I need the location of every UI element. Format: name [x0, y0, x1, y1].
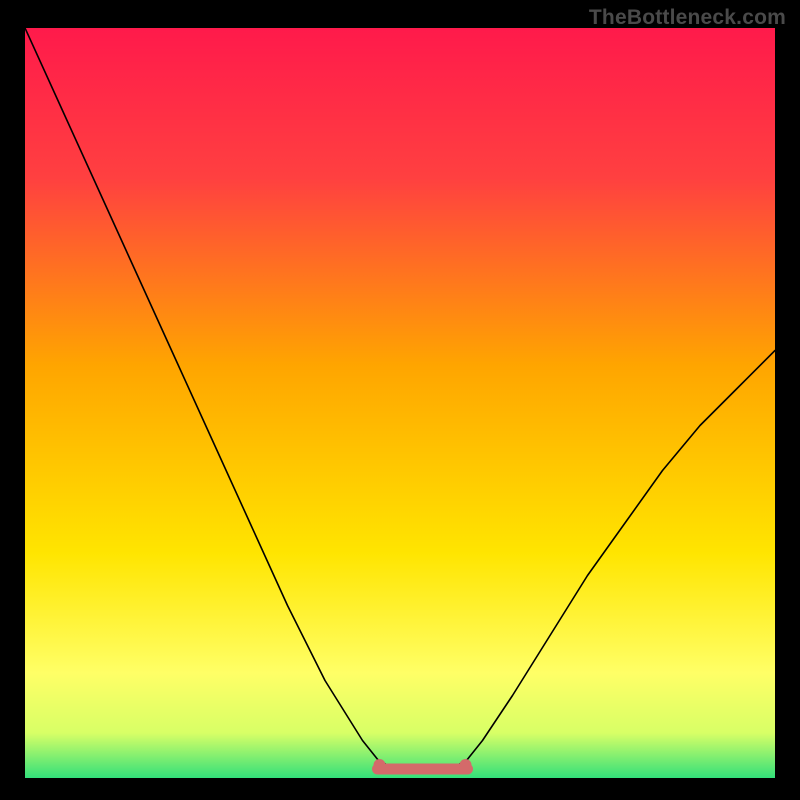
- optimal-range-cap-left: [374, 759, 386, 771]
- chart-container: TheBottleneck.com: [0, 0, 800, 800]
- optimal-range-cap-right: [460, 759, 472, 771]
- bottleneck-chart: [25, 28, 775, 778]
- plot-area: [25, 28, 775, 778]
- watermark-text: TheBottleneck.com: [589, 6, 786, 30]
